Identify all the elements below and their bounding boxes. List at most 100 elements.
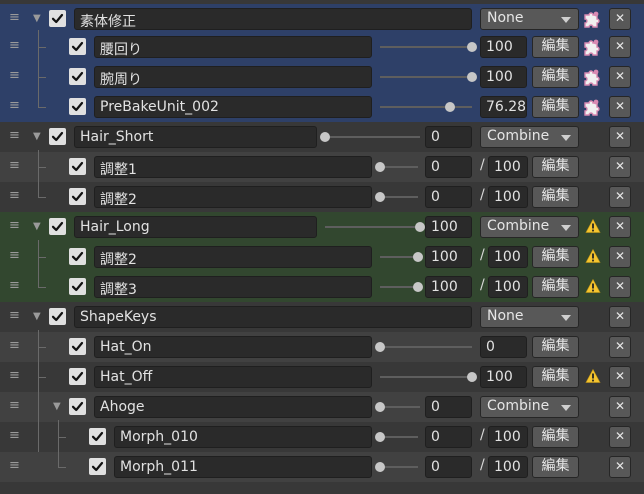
expand-arrow-icon[interactable]: ▼ <box>53 401 61 412</box>
drag-handle-icon[interactable]: ≡ <box>9 38 20 53</box>
name-field[interactable]: Morph_011 <box>114 456 372 478</box>
value-field[interactable]: 100 <box>425 216 472 238</box>
drag-handle-icon[interactable]: ≡ <box>9 458 20 473</box>
enable-checkbox[interactable] <box>69 398 86 415</box>
slider-track[interactable] <box>325 226 420 228</box>
slider-knob[interactable] <box>445 102 456 112</box>
value-field[interactable]: 0 <box>425 396 472 418</box>
drag-handle-icon[interactable]: ≡ <box>9 398 20 413</box>
drag-handle-icon[interactable]: ≡ <box>9 218 20 233</box>
slider-track[interactable] <box>380 346 472 348</box>
edit-button[interactable]: 編集 <box>532 36 579 58</box>
remove-button[interactable]: ✕ <box>609 216 631 238</box>
value-field[interactable]: 0 <box>425 426 472 448</box>
slider-knob[interactable] <box>467 42 477 52</box>
name-field[interactable]: Hair_Long <box>74 216 317 238</box>
remove-button[interactable]: ✕ <box>609 336 631 358</box>
enable-checkbox[interactable] <box>69 278 86 295</box>
expand-arrow-icon[interactable]: ▼ <box>33 131 41 142</box>
enable-checkbox[interactable] <box>49 218 66 235</box>
drag-handle-icon[interactable]: ≡ <box>9 188 20 203</box>
max-value-field[interactable]: 100 <box>488 426 528 448</box>
puzzle-piece-icon[interactable] <box>582 97 602 121</box>
slider-knob[interactable] <box>375 162 385 172</box>
enable-checkbox[interactable] <box>69 158 86 175</box>
enable-checkbox[interactable] <box>89 428 106 445</box>
puzzle-piece-icon[interactable] <box>582 67 602 91</box>
blend-mode-dropdown[interactable]: Combine <box>480 396 579 418</box>
remove-button[interactable]: ✕ <box>609 156 631 178</box>
value-field[interactable]: 0 <box>425 156 472 178</box>
edit-button[interactable]: 編集 <box>532 186 579 208</box>
puzzle-piece-icon[interactable] <box>582 37 602 61</box>
name-field[interactable]: PreBakeUnit_002 <box>94 96 372 118</box>
value-field[interactable]: 0 <box>425 186 472 208</box>
slider-knob[interactable] <box>375 402 385 412</box>
slider-knob[interactable] <box>413 252 423 262</box>
puzzle-piece-icon[interactable] <box>582 9 602 33</box>
remove-button[interactable]: ✕ <box>609 396 631 418</box>
slider-knob[interactable] <box>467 372 477 382</box>
edit-button[interactable]: 編集 <box>532 336 579 358</box>
max-value-field[interactable]: 100 <box>488 276 528 298</box>
slider-knob[interactable] <box>415 222 425 232</box>
drag-handle-icon[interactable]: ≡ <box>9 248 20 263</box>
enable-checkbox[interactable] <box>69 188 86 205</box>
max-value-field[interactable]: 100 <box>488 246 528 268</box>
remove-button[interactable]: ✕ <box>609 456 631 478</box>
name-field[interactable]: Morph_010 <box>114 426 372 448</box>
slider-track[interactable] <box>325 136 420 138</box>
slider-track[interactable] <box>380 106 472 108</box>
slider-track[interactable] <box>380 466 418 468</box>
name-field[interactable]: Hat_Off <box>94 366 372 388</box>
slider-track[interactable] <box>380 406 420 408</box>
edit-button[interactable]: 編集 <box>532 426 579 448</box>
slider-track[interactable] <box>380 196 418 198</box>
drag-handle-icon[interactable]: ≡ <box>9 278 20 293</box>
enable-checkbox[interactable] <box>89 458 106 475</box>
value-field[interactable]: 100 <box>480 66 527 88</box>
edit-button[interactable]: 編集 <box>532 276 579 298</box>
remove-button[interactable]: ✕ <box>609 66 631 88</box>
drag-handle-icon[interactable]: ≡ <box>9 98 20 113</box>
enable-checkbox[interactable] <box>49 308 66 325</box>
name-field[interactable]: Hair_Short <box>74 126 317 148</box>
remove-button[interactable]: ✕ <box>609 276 631 298</box>
expand-arrow-icon[interactable]: ▼ <box>33 311 41 322</box>
enable-checkbox[interactable] <box>69 98 86 115</box>
name-field[interactable]: 腰回り <box>94 36 372 58</box>
enable-checkbox[interactable] <box>49 128 66 145</box>
remove-button[interactable]: ✕ <box>609 36 631 58</box>
edit-button[interactable]: 編集 <box>532 66 579 88</box>
slider-knob[interactable] <box>375 462 385 472</box>
slider-track[interactable] <box>380 76 472 78</box>
drag-handle-icon[interactable]: ≡ <box>9 158 20 173</box>
remove-button[interactable]: ✕ <box>609 96 631 118</box>
edit-button[interactable]: 編集 <box>532 246 579 268</box>
blend-mode-dropdown[interactable]: Combine <box>480 126 579 148</box>
name-field[interactable]: ShapeKeys <box>74 306 472 328</box>
drag-handle-icon[interactable]: ≡ <box>9 338 20 353</box>
name-field[interactable]: 調整2 <box>94 246 372 268</box>
drag-handle-icon[interactable]: ≡ <box>9 68 20 83</box>
name-field[interactable]: 調整2 <box>94 186 372 208</box>
value-field[interactable]: 0 <box>425 456 472 478</box>
drag-handle-icon[interactable]: ≡ <box>9 10 20 25</box>
name-field[interactable]: Ahoge <box>94 396 372 418</box>
remove-button[interactable]: ✕ <box>609 246 631 268</box>
drag-handle-icon[interactable]: ≡ <box>9 308 20 323</box>
enable-checkbox[interactable] <box>49 10 66 27</box>
value-field[interactable]: 76.28 <box>480 96 527 118</box>
remove-button[interactable]: ✕ <box>609 126 631 148</box>
slider-knob[interactable] <box>320 132 330 142</box>
enable-checkbox[interactable] <box>69 368 86 385</box>
name-field[interactable]: 素体修正 <box>74 8 472 30</box>
remove-button[interactable]: ✕ <box>609 8 631 30</box>
slider-knob[interactable] <box>375 432 385 442</box>
blend-mode-dropdown[interactable]: None <box>480 8 579 30</box>
remove-button[interactable]: ✕ <box>609 306 631 328</box>
max-value-field[interactable]: 100 <box>488 156 528 178</box>
edit-button[interactable]: 編集 <box>532 156 579 178</box>
enable-checkbox[interactable] <box>69 68 86 85</box>
remove-button[interactable]: ✕ <box>609 186 631 208</box>
